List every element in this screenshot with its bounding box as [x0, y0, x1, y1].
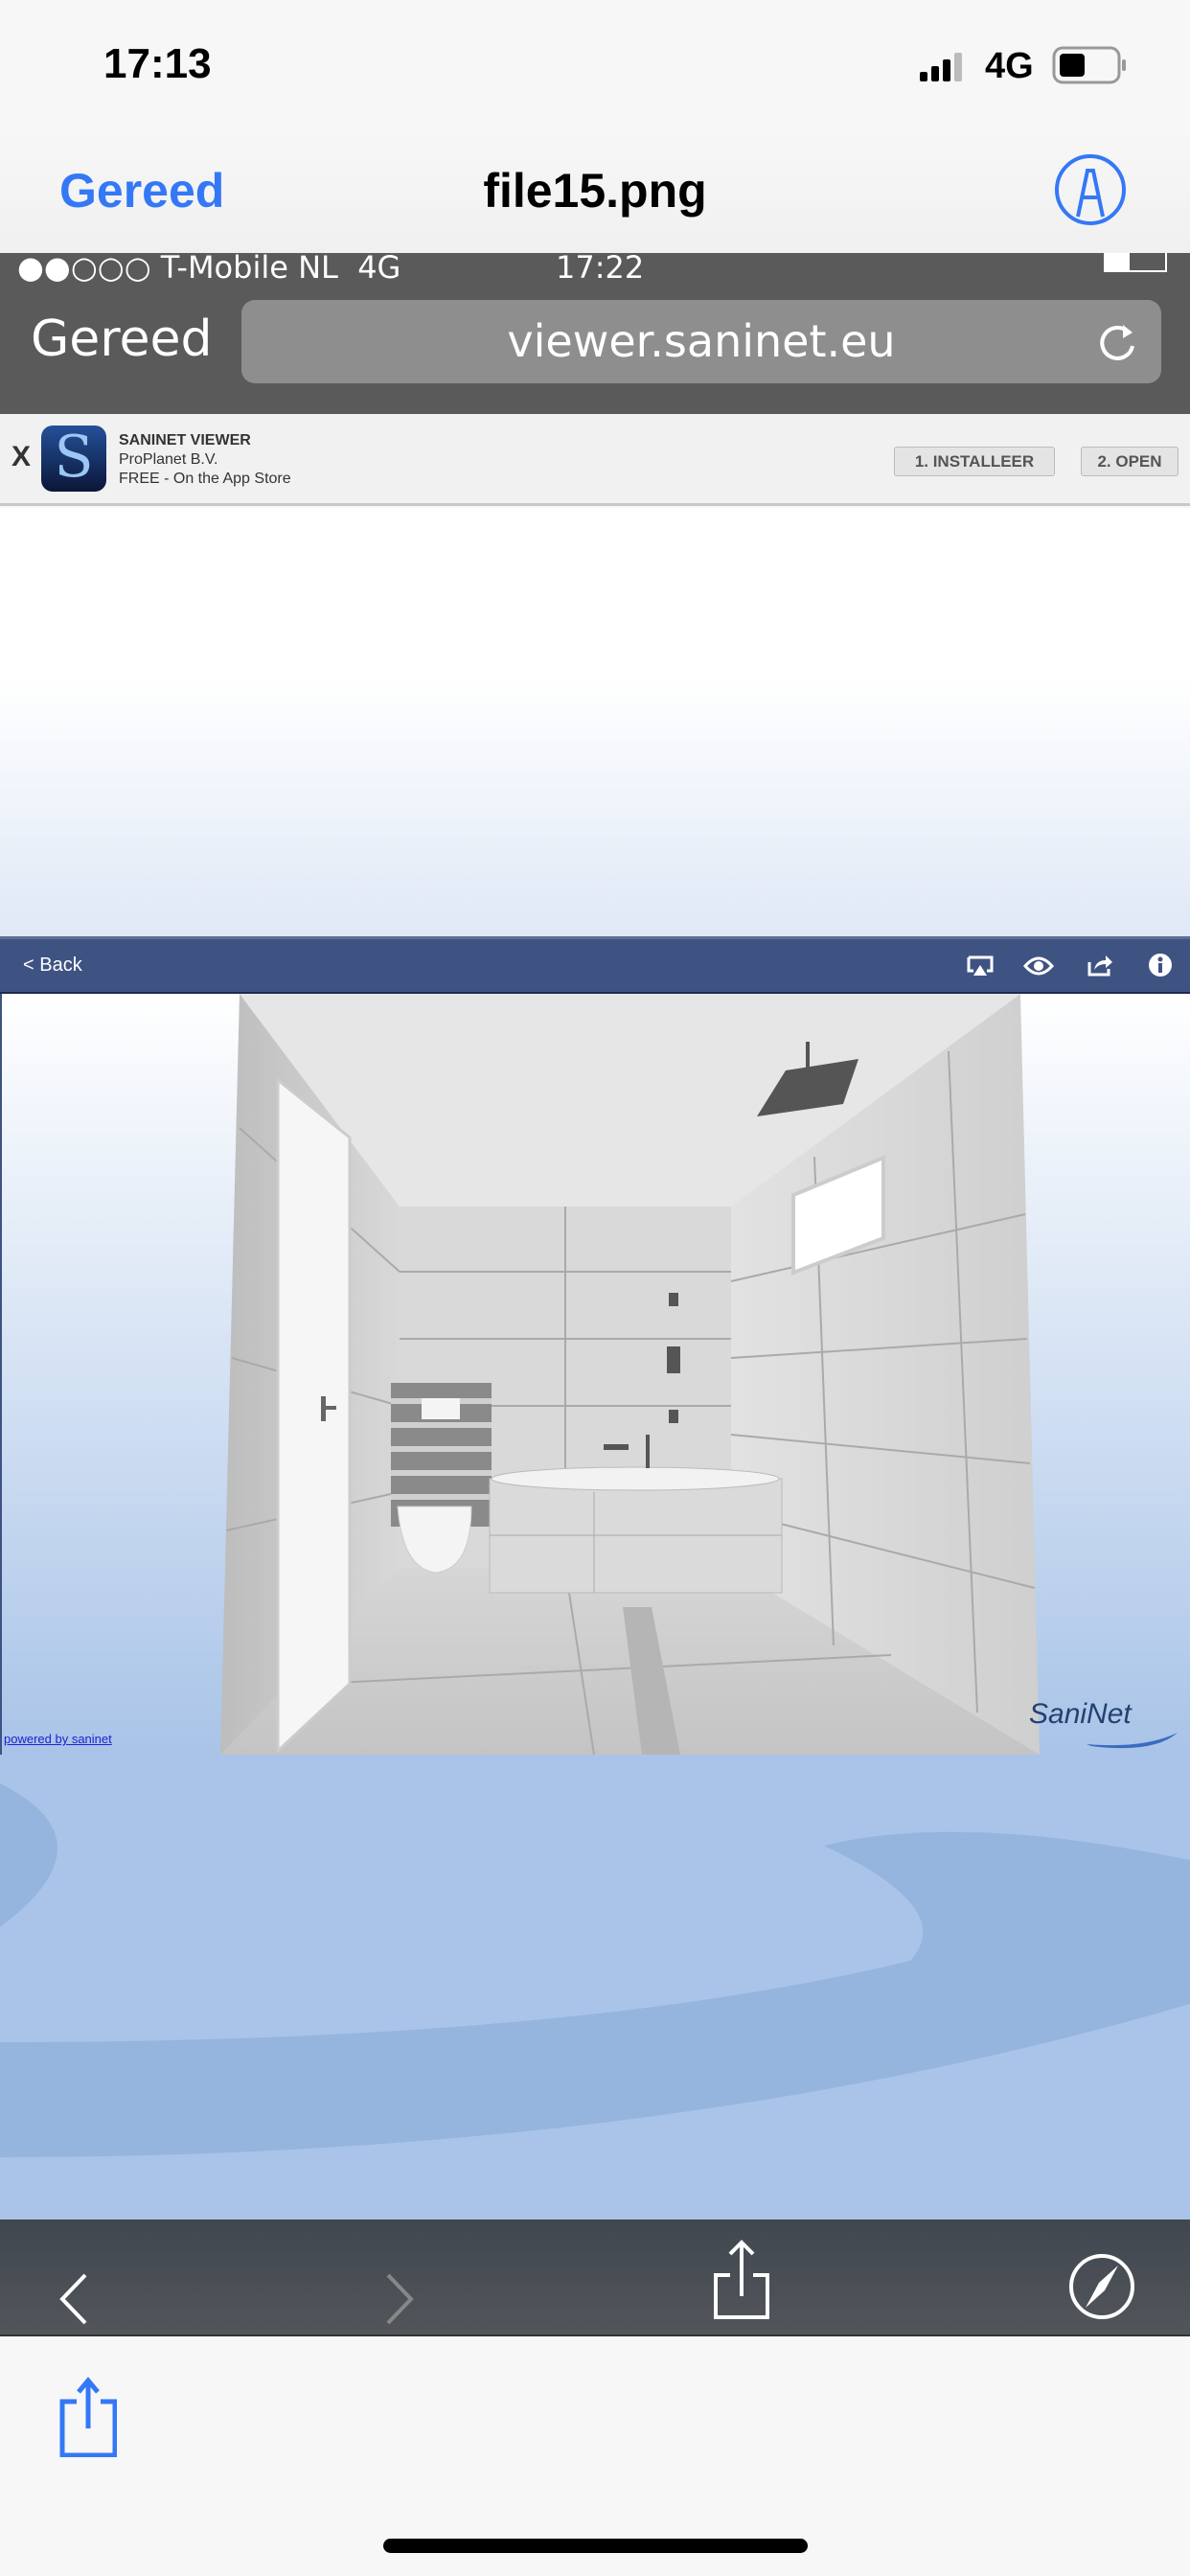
viewer-header: < Back	[0, 936, 1190, 994]
app-name: SANINET VIEWER	[119, 432, 251, 448]
app-info: SANINET VIEWER ProPlanet B.V. FREE - On …	[119, 431, 291, 489]
back-button[interactable]: < Back	[23, 954, 82, 977]
clock: 17:13	[103, 40, 212, 87]
page-background-swoosh	[0, 1755, 1190, 2220]
title-bar: Gereed file15.png	[0, 134, 1190, 253]
network-label: 4G	[985, 46, 1034, 86]
app-price: FREE - On the App Store	[119, 471, 291, 487]
saninet-logo: SaniNet	[1029, 1698, 1178, 1749]
app-icon: S	[41, 426, 106, 492]
door	[276, 1076, 352, 1755]
compass-icon[interactable]	[1068, 2252, 1135, 2321]
battery-icon	[1052, 46, 1126, 84]
embedded-status: ●●○○○ T-Mobile NL 4G	[17, 252, 400, 283]
powered-by-link[interactable]: powered by saninet	[4, 1732, 112, 1746]
app-store-banner: X S SANINET VIEWER ProPlanet B.V. FREE -…	[0, 414, 1190, 506]
url-field[interactable]: viewer.saninet.eu	[241, 300, 1161, 383]
markup-icon[interactable]	[1052, 151, 1129, 228]
share-icon[interactable]	[713, 2239, 770, 2319]
share-icon[interactable]	[59, 2377, 117, 2457]
reload-icon[interactable]	[1096, 319, 1140, 367]
embedded-done-button[interactable]: Gereed	[31, 310, 213, 368]
logo-swoosh-icon	[1087, 1733, 1178, 1749]
install-button[interactable]: 1. INSTALLEER	[894, 447, 1055, 476]
file-title: file15.png	[483, 164, 707, 218]
eye-icon[interactable]	[1023, 954, 1054, 978]
info-icon[interactable]	[1148, 953, 1173, 978]
home-indicator[interactable]	[383, 2539, 808, 2553]
carrier: T-Mobile NL	[160, 249, 338, 286]
embedded-network: 4G	[357, 249, 401, 286]
embedded-time: 17:22	[556, 249, 645, 286]
signal-icon	[920, 53, 962, 81]
airplay-icon[interactable]	[966, 954, 995, 978]
bathroom-render[interactable]	[220, 994, 1040, 1755]
banner-close-button[interactable]: X	[11, 441, 31, 473]
share-icon[interactable]	[1087, 953, 1113, 978]
ios-status-bar: 17:13 4G	[0, 0, 1190, 134]
page-background	[0, 508, 1190, 936]
open-button[interactable]: 2. OPEN	[1081, 447, 1179, 476]
embedded-toolbar	[0, 2220, 1190, 2336]
swoosh-graphic	[0, 1755, 1190, 2220]
forward-arrow-icon[interactable]	[385, 2273, 414, 2325]
signal-dots-icon: ●●○○○	[17, 249, 161, 286]
app-publisher: ProPlanet B.V.	[119, 451, 218, 468]
viewer-canvas[interactable]: powered by saninet SaniNet	[0, 994, 1190, 1755]
url-text: viewer.saninet.eu	[507, 315, 896, 367]
embedded-battery-icon	[1104, 253, 1167, 272]
embedded-browser-bar: ●●○○○ T-Mobile NL 4G 17:22 Gereed viewer…	[0, 249, 1190, 414]
back-arrow-icon[interactable]	[59, 2273, 88, 2325]
